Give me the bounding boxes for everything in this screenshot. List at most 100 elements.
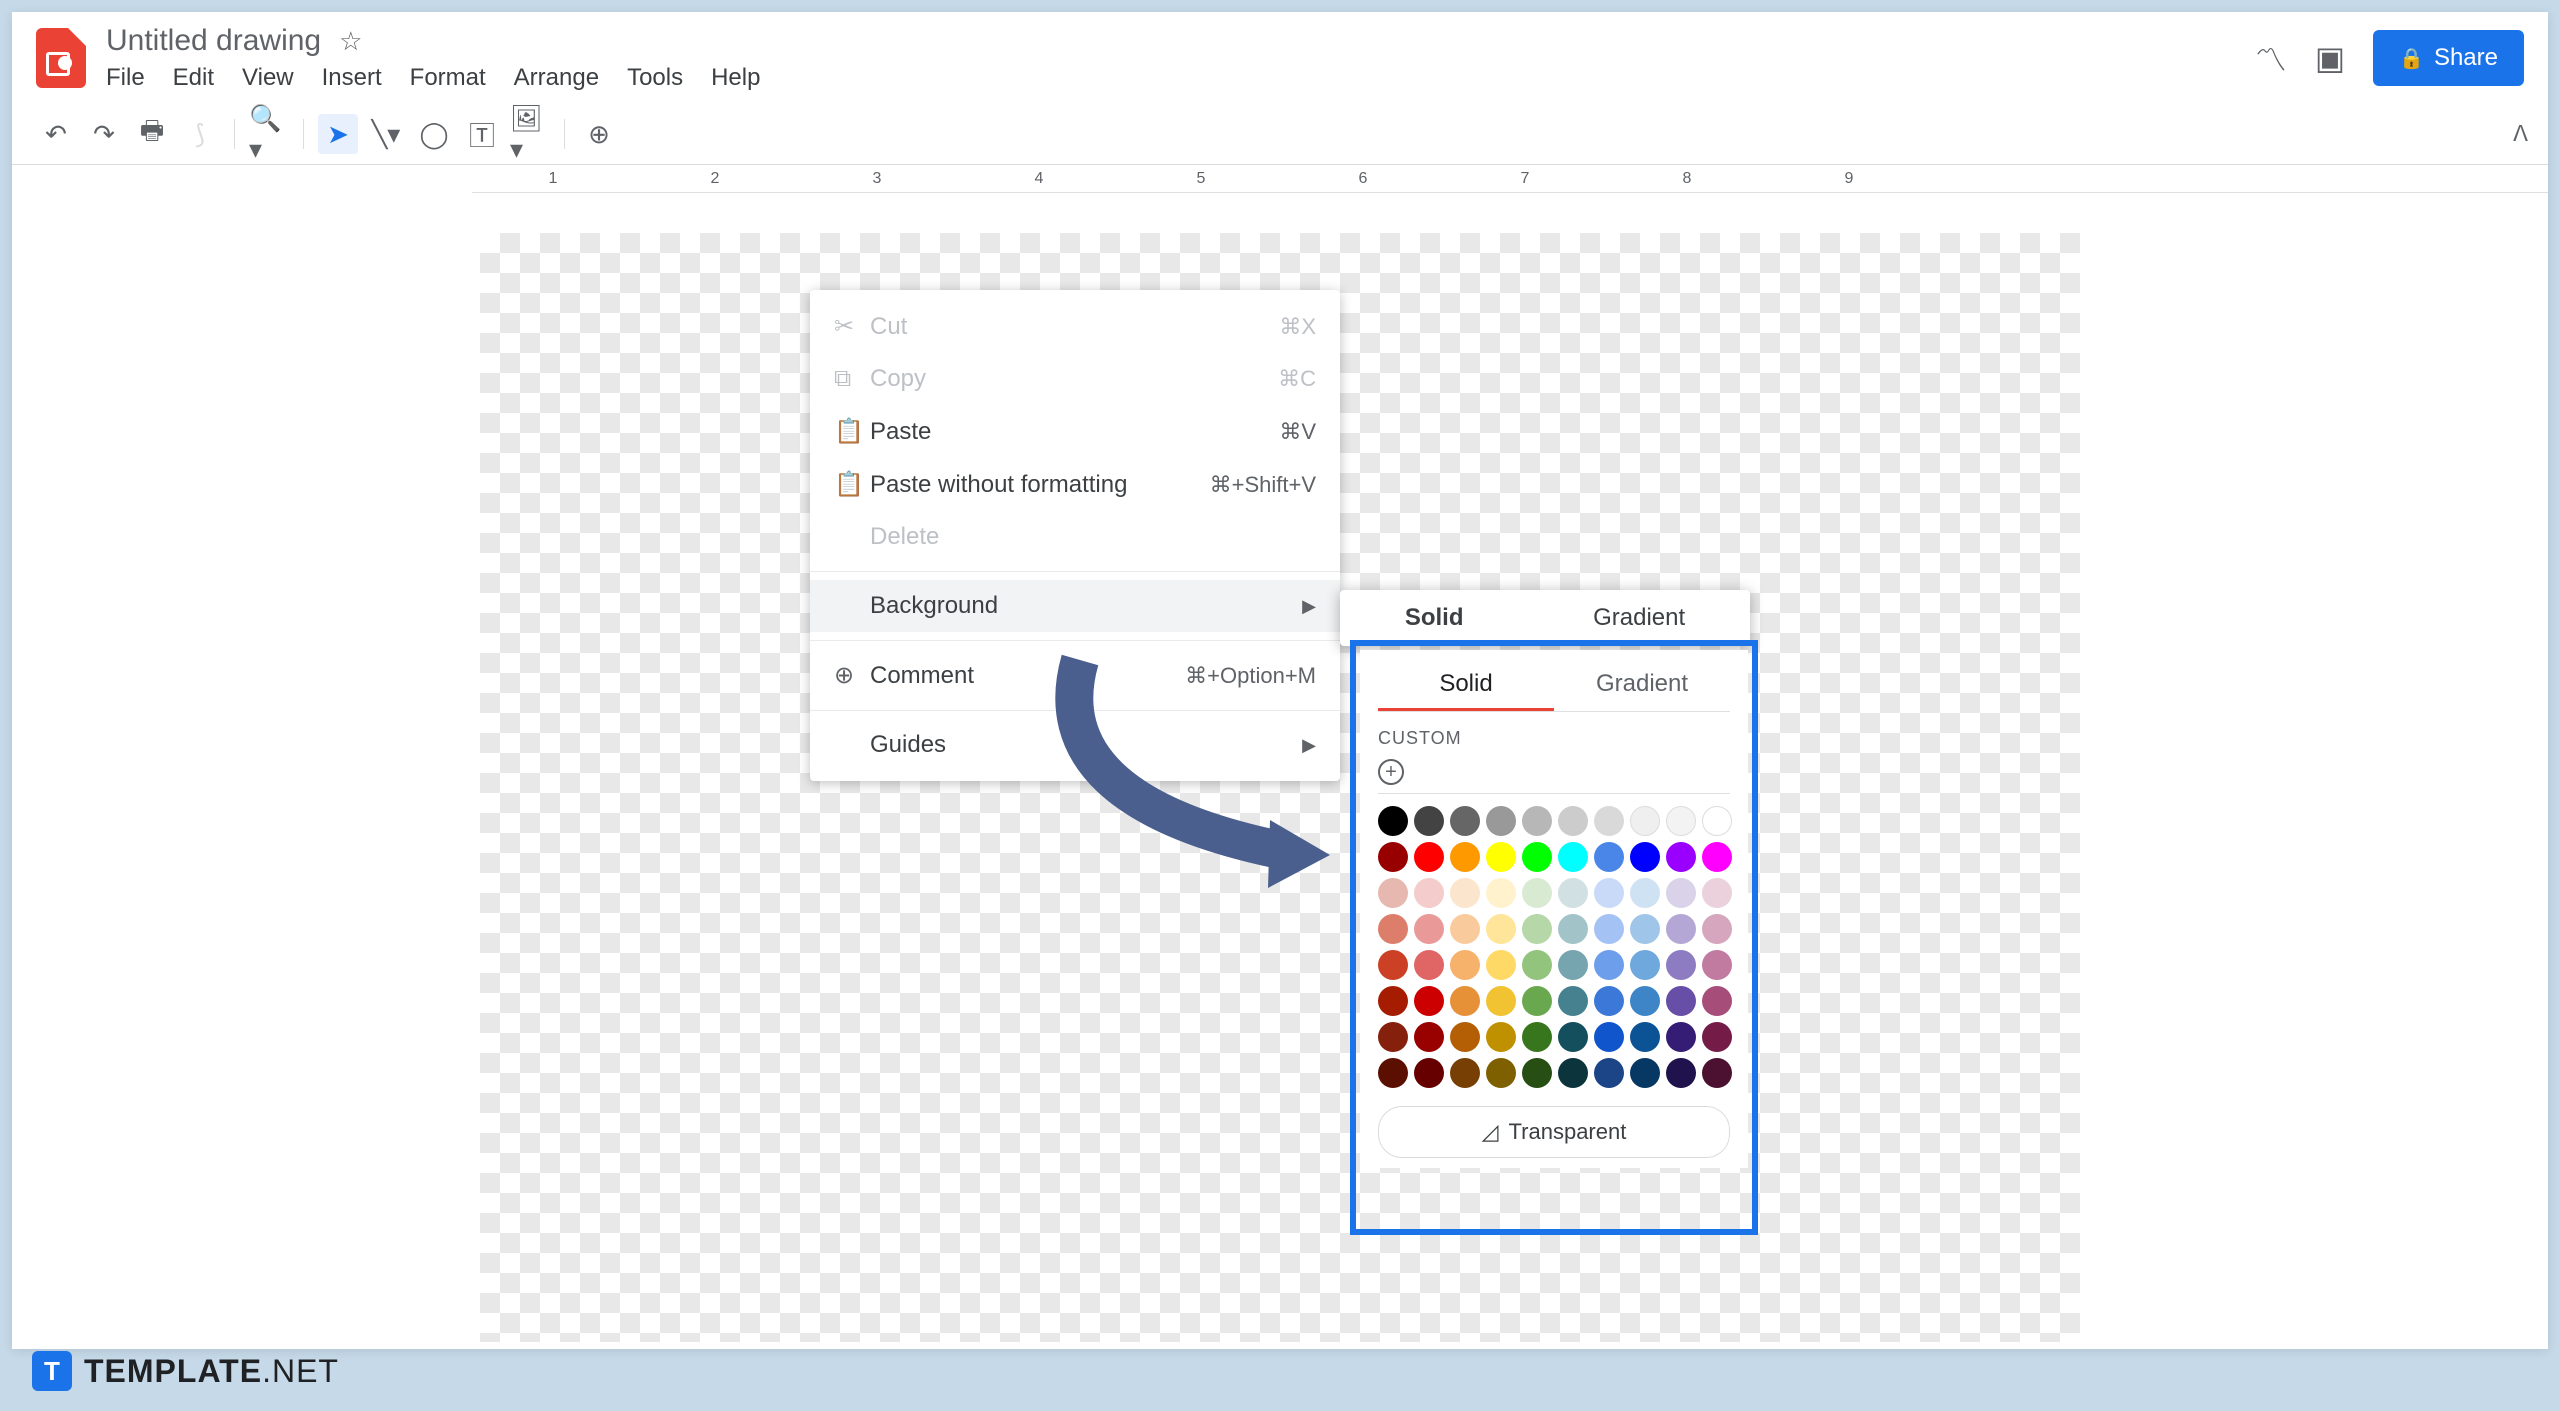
color-swatch[interactable] — [1630, 986, 1660, 1016]
undo-button[interactable]: ↶ — [36, 114, 76, 154]
color-swatch[interactable] — [1702, 950, 1732, 980]
color-swatch[interactable] — [1630, 878, 1660, 908]
color-swatch[interactable] — [1486, 842, 1516, 872]
menu-file[interactable]: File — [106, 64, 145, 92]
color-swatch[interactable] — [1450, 842, 1480, 872]
color-swatch[interactable] — [1594, 1058, 1624, 1088]
color-swatch[interactable] — [1630, 806, 1660, 836]
color-swatch[interactable] — [1630, 950, 1660, 980]
paint-format-button[interactable]: ⟆ — [180, 114, 220, 154]
color-swatch[interactable] — [1594, 806, 1624, 836]
color-swatch[interactable] — [1594, 1022, 1624, 1052]
color-swatch[interactable] — [1702, 806, 1732, 836]
select-tool[interactable]: ➤ — [318, 114, 358, 154]
color-swatch[interactable] — [1450, 950, 1480, 980]
color-swatch[interactable] — [1594, 878, 1624, 908]
color-swatch[interactable] — [1378, 878, 1408, 908]
insert-comment-button[interactable]: ⊕ — [579, 114, 619, 154]
color-swatch[interactable] — [1558, 986, 1588, 1016]
redo-button[interactable]: ↷ — [84, 114, 124, 154]
color-swatch[interactable] — [1378, 950, 1408, 980]
color-swatch[interactable] — [1558, 878, 1588, 908]
shape-tool[interactable]: ◯ — [414, 114, 454, 154]
color-swatch[interactable] — [1414, 950, 1444, 980]
zoom-button[interactable]: 🔍▾ — [249, 114, 289, 154]
menu-tools[interactable]: Tools — [627, 64, 683, 92]
menu-help[interactable]: Help — [711, 64, 760, 92]
color-swatch[interactable] — [1522, 1058, 1552, 1088]
color-swatch[interactable] — [1558, 1022, 1588, 1052]
context-paste[interactable]: 📋 Paste ⌘V — [810, 405, 1340, 458]
color-swatch[interactable] — [1558, 1058, 1588, 1088]
line-tool[interactable]: ╲▾ — [366, 114, 406, 154]
color-swatch[interactable] — [1450, 1022, 1480, 1052]
color-swatch[interactable] — [1666, 1058, 1696, 1088]
color-swatch[interactable] — [1486, 806, 1516, 836]
color-swatch[interactable] — [1630, 914, 1660, 944]
color-swatch[interactable] — [1630, 1058, 1660, 1088]
color-swatch[interactable] — [1378, 806, 1408, 836]
outer-tab-solid[interactable]: Solid — [1405, 604, 1464, 632]
image-tool[interactable]: 🖼▾ — [510, 114, 550, 154]
color-swatch[interactable] — [1558, 914, 1588, 944]
color-swatch[interactable] — [1414, 878, 1444, 908]
color-swatch[interactable] — [1630, 1022, 1660, 1052]
context-background[interactable]: Background ▶ — [810, 580, 1340, 632]
color-swatch[interactable] — [1414, 842, 1444, 872]
color-swatch[interactable] — [1522, 986, 1552, 1016]
color-swatch[interactable] — [1486, 950, 1516, 980]
star-icon[interactable]: ☆ — [339, 26, 362, 57]
color-swatch[interactable] — [1522, 950, 1552, 980]
menu-view[interactable]: View — [242, 64, 294, 92]
menu-insert[interactable]: Insert — [322, 64, 382, 92]
activity-icon[interactable]: 〽 — [2255, 35, 2287, 81]
color-swatch[interactable] — [1414, 806, 1444, 836]
color-swatch[interactable] — [1450, 1058, 1480, 1088]
color-swatch[interactable] — [1522, 914, 1552, 944]
color-swatch[interactable] — [1378, 842, 1408, 872]
textbox-tool[interactable]: 🅃 — [462, 114, 502, 154]
add-custom-color-button[interactable]: + — [1378, 759, 1404, 785]
color-swatch[interactable] — [1450, 878, 1480, 908]
color-swatch[interactable] — [1450, 914, 1480, 944]
color-swatch[interactable] — [1702, 878, 1732, 908]
color-swatch[interactable] — [1486, 914, 1516, 944]
color-swatch[interactable] — [1450, 806, 1480, 836]
color-swatch[interactable] — [1666, 842, 1696, 872]
comments-icon[interactable]: ▣ — [2315, 39, 2345, 77]
color-swatch[interactable] — [1630, 842, 1660, 872]
menu-format[interactable]: Format — [410, 64, 486, 92]
color-swatch[interactable] — [1666, 986, 1696, 1016]
color-swatch[interactable] — [1666, 806, 1696, 836]
color-swatch[interactable] — [1702, 1058, 1732, 1088]
color-swatch[interactable] — [1594, 986, 1624, 1016]
tab-gradient[interactable]: Gradient — [1554, 660, 1730, 711]
color-swatch[interactable] — [1702, 842, 1732, 872]
color-swatch[interactable] — [1594, 842, 1624, 872]
context-paste-without-formatting[interactable]: 📋 Paste without formatting ⌘+Shift+V — [810, 458, 1340, 511]
context-comment[interactable]: ⊕ Comment ⌘+Option+M — [810, 649, 1340, 702]
transparent-button[interactable]: ◿ Transparent — [1378, 1106, 1730, 1158]
color-swatch[interactable] — [1594, 950, 1624, 980]
color-swatch[interactable] — [1558, 842, 1588, 872]
print-button[interactable]: 🖶 — [132, 114, 172, 154]
color-swatch[interactable] — [1450, 986, 1480, 1016]
document-title[interactable]: Untitled drawing — [106, 24, 321, 58]
outer-tab-gradient[interactable]: Gradient — [1593, 604, 1685, 632]
color-swatch[interactable] — [1486, 1058, 1516, 1088]
color-swatch[interactable] — [1702, 1022, 1732, 1052]
tab-solid[interactable]: Solid — [1378, 660, 1554, 711]
color-swatch[interactable] — [1594, 914, 1624, 944]
color-swatch[interactable] — [1414, 1022, 1444, 1052]
color-swatch[interactable] — [1666, 914, 1696, 944]
share-button[interactable]: 🔒 Share — [2373, 30, 2524, 86]
color-swatch[interactable] — [1378, 1058, 1408, 1088]
color-swatch[interactable] — [1666, 878, 1696, 908]
color-swatch[interactable] — [1414, 914, 1444, 944]
color-swatch[interactable] — [1414, 986, 1444, 1016]
context-guides[interactable]: Guides ▶ — [810, 719, 1340, 771]
color-swatch[interactable] — [1486, 986, 1516, 1016]
menu-edit[interactable]: Edit — [173, 64, 214, 92]
color-swatch[interactable] — [1486, 1022, 1516, 1052]
color-swatch[interactable] — [1558, 950, 1588, 980]
